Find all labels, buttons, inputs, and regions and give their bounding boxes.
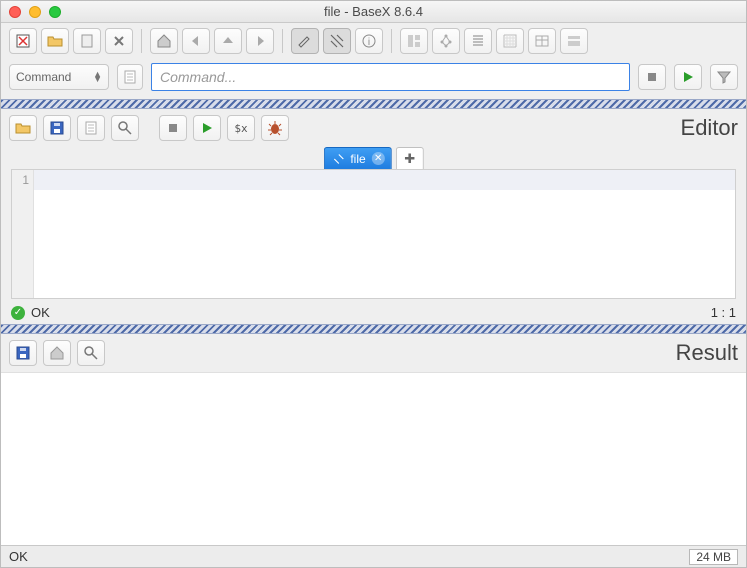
- input-mode-label: Command: [16, 70, 71, 84]
- back-button[interactable]: [182, 28, 210, 54]
- status-ok-icon: ✓: [11, 306, 25, 320]
- input-mode-dropdown[interactable]: Command ▲▼: [9, 64, 109, 90]
- history-button[interactable]: [117, 64, 143, 90]
- map-view-button[interactable]: [400, 28, 428, 54]
- command-input[interactable]: [151, 63, 630, 91]
- code-area[interactable]: [34, 190, 735, 298]
- up-button[interactable]: [214, 28, 242, 54]
- window-title: file - BaseX 8.6.4: [1, 4, 746, 19]
- editor-debug-button[interactable]: [261, 115, 289, 141]
- editor-find-button[interactable]: [111, 115, 139, 141]
- forward-button[interactable]: [246, 28, 274, 54]
- explorer-view-button[interactable]: [560, 28, 588, 54]
- editor-panel-title: Editor: [681, 115, 738, 141]
- file-icon: [332, 153, 344, 165]
- home-button[interactable]: [150, 28, 178, 54]
- svg-text:i: i: [368, 37, 370, 48]
- table-view-button[interactable]: [528, 28, 556, 54]
- show-result-button[interactable]: [323, 28, 351, 54]
- editor-stop-button[interactable]: [159, 115, 187, 141]
- new-tab-button[interactable]: ✚: [396, 147, 424, 169]
- bottom-status-text: OK: [9, 549, 28, 564]
- tree-view-button[interactable]: [432, 28, 460, 54]
- result-panel: Result: [1, 334, 746, 545]
- editor-tabstrip: file ✕ ✚: [323, 147, 423, 169]
- gutter: [12, 190, 34, 298]
- folder-view-button[interactable]: [464, 28, 492, 54]
- panel-divider[interactable]: [1, 324, 746, 334]
- stop-button[interactable]: [638, 64, 666, 90]
- tab-close-button[interactable]: ✕: [372, 152, 385, 165]
- main-toolbar: i: [1, 23, 746, 59]
- cursor-position: 1 : 1: [711, 305, 736, 320]
- window-titlebar: file - BaseX 8.6.4: [1, 1, 746, 23]
- toolbar-separator: [141, 29, 142, 53]
- editor-run-button[interactable]: [193, 115, 221, 141]
- chevron-updown-icon: ▲▼: [93, 72, 102, 82]
- filter-button[interactable]: [710, 64, 738, 90]
- db-properties-button[interactable]: [73, 28, 101, 54]
- editor-history-button[interactable]: [77, 115, 105, 141]
- editor-open-button[interactable]: [9, 115, 37, 141]
- editor-tab[interactable]: file ✕: [323, 147, 391, 169]
- toolbar-separator: [391, 29, 392, 53]
- result-toolbar: Result: [1, 334, 746, 372]
- run-button[interactable]: [674, 64, 702, 90]
- result-text-area[interactable]: [1, 372, 746, 545]
- show-editor-button[interactable]: [291, 28, 319, 54]
- command-row: Command ▲▼: [1, 59, 746, 99]
- toolbar-separator: [282, 29, 283, 53]
- result-panel-title: Result: [676, 340, 738, 366]
- result-find-button[interactable]: [77, 340, 105, 366]
- memory-usage[interactable]: 24 MB: [689, 549, 738, 565]
- editor-vars-button[interactable]: $x: [227, 115, 255, 141]
- plot-view-button[interactable]: [496, 28, 524, 54]
- editor-toolbar: $x Editor: [1, 109, 746, 147]
- panel-divider[interactable]: [1, 99, 746, 109]
- info-button[interactable]: i: [355, 28, 383, 54]
- editor-status-text: OK: [31, 305, 50, 320]
- editor-text-area[interactable]: 1: [11, 169, 736, 299]
- editor-panel: $x Editor file ✕ ✚ 1 ✓: [1, 109, 746, 324]
- editor-status-row: ✓ OK 1 : 1: [1, 303, 746, 324]
- line-number: 1: [12, 170, 34, 190]
- editor-tab-label: file: [350, 152, 365, 166]
- open-db-button[interactable]: [41, 28, 69, 54]
- new-db-button[interactable]: [9, 28, 37, 54]
- editor-save-button[interactable]: [43, 115, 71, 141]
- bottom-status-bar: OK 24 MB: [1, 545, 746, 567]
- close-db-button[interactable]: [105, 28, 133, 54]
- code-line[interactable]: [34, 170, 735, 190]
- result-save-button[interactable]: [9, 340, 37, 366]
- result-home-button[interactable]: [43, 340, 71, 366]
